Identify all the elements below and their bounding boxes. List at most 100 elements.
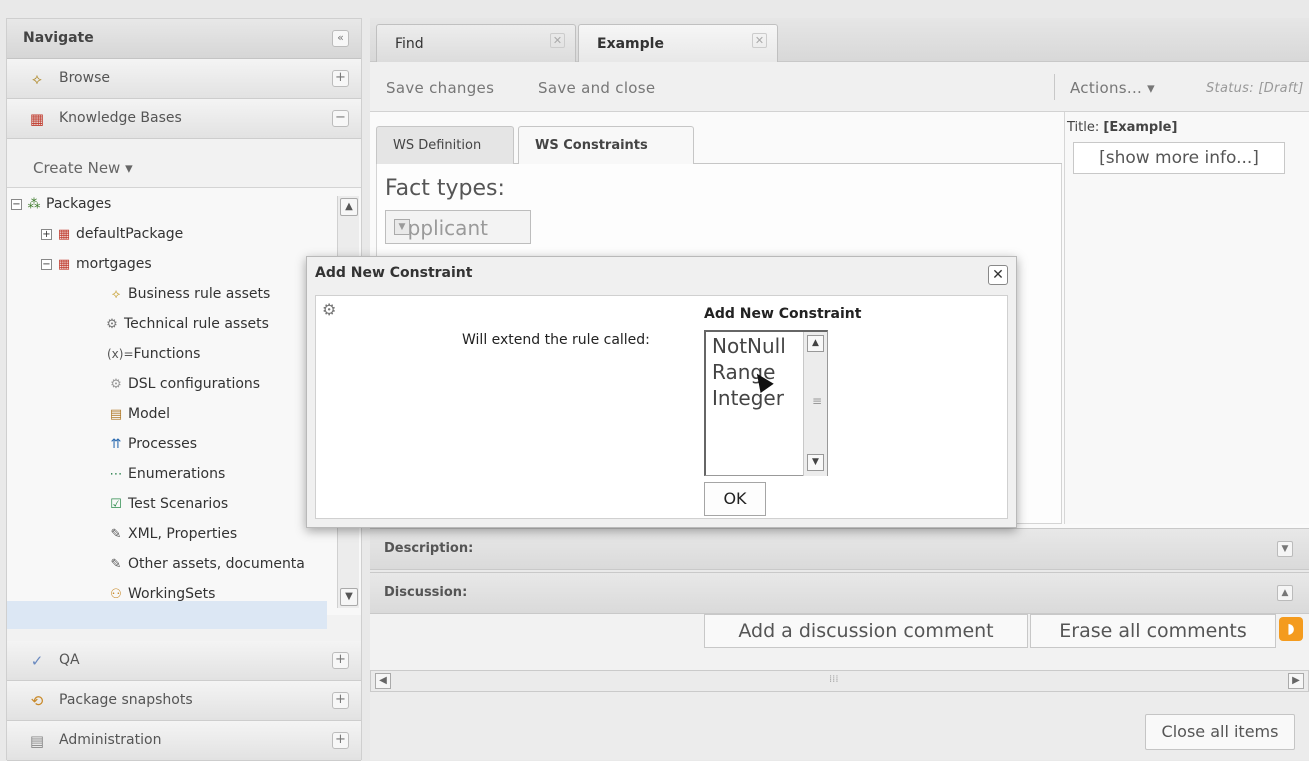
tree-item-working-sets[interactable]: ⚇ WorkingSets xyxy=(107,586,215,602)
scroll-up-icon[interactable]: ▲ xyxy=(807,335,824,352)
close-tab-icon[interactable]: ✕ xyxy=(550,33,565,48)
asset-info-panel: Title: [Example] [show more info...] xyxy=(1064,112,1309,524)
expand-browse-button[interactable]: + xyxy=(332,70,349,87)
tree-item-xml-properties[interactable]: ✎ XML, Properties xyxy=(107,526,238,542)
package-snapshots-section[interactable]: ⟲ Package snapshots + xyxy=(7,681,361,721)
enumerations-icon: ⋯ xyxy=(109,467,123,482)
dialog-title: Add New Constraint xyxy=(315,265,473,281)
chevron-down-icon[interactable]: ▼ xyxy=(1277,541,1293,557)
add-new-constraint-dialog: Add New Constraint ✕ ⚙ Add New Constrain… xyxy=(306,256,1017,528)
snapshot-icon: ⟲ xyxy=(30,692,44,710)
tree-node-default-package[interactable]: + ▦ defaultPackage xyxy=(41,226,183,242)
expand-qa-button[interactable]: + xyxy=(332,652,349,669)
list-scrollbar[interactable]: ▲ ≡ ▼ xyxy=(803,332,827,476)
discussion-area: Add a discussion comment Erase all comme… xyxy=(370,614,1309,670)
navigator-header: Navigate « xyxy=(7,19,361,59)
expand-administration-button[interactable]: + xyxy=(332,732,349,749)
collapse-knowledge-bases-button[interactable]: − xyxy=(332,110,349,127)
tree-item-functions[interactable]: (x)=Functions xyxy=(107,346,200,362)
show-more-info-button[interactable]: [show more info...] xyxy=(1073,142,1285,174)
save-and-close-button[interactable]: Save and close xyxy=(538,79,655,97)
horizontal-scrollbar[interactable]: ◀ ⁞⁞⁞ ▶ xyxy=(370,670,1309,692)
qa-label: QA xyxy=(59,652,80,668)
tab-ws-definition[interactable]: WS Definition xyxy=(376,126,514,164)
rss-feed-icon[interactable]: ◗ xyxy=(1279,617,1303,641)
tree-item-test-scenarios[interactable]: ☑ Test Scenarios xyxy=(107,496,228,512)
dialog-heading: Add New Constraint xyxy=(704,306,862,322)
gear-icon: ⚙ xyxy=(322,300,337,319)
expand-icon[interactable]: + xyxy=(41,229,52,240)
tree-selection-highlight xyxy=(7,601,327,629)
scroll-right-icon[interactable]: ▶ xyxy=(1288,673,1304,689)
package-tree-icon: ⁂ xyxy=(27,197,41,212)
administration-icon: ▤ xyxy=(29,732,45,750)
package-snapshots-label: Package snapshots xyxy=(59,692,193,708)
functions-icon: (x)= xyxy=(107,347,134,361)
scroll-left-icon[interactable]: ◀ xyxy=(375,673,391,689)
description-section[interactable]: Description: ▼ xyxy=(370,528,1309,570)
working-set-tabs: WS Definition WS Constraints xyxy=(376,122,1062,164)
chevron-up-icon[interactable]: ▲ xyxy=(1277,585,1293,601)
discussion-label: Discussion: xyxy=(384,585,468,600)
browse-section[interactable]: ⟡ Browse + xyxy=(7,59,361,99)
discussion-section[interactable]: Discussion: ▲ xyxy=(370,572,1309,614)
qa-section[interactable]: ✓ QA + xyxy=(7,641,361,681)
scroll-down-icon[interactable]: ▼ xyxy=(340,588,358,606)
tree-node-packages[interactable]: − ⁂ Packages xyxy=(11,196,111,212)
working-sets-icon: ⚇ xyxy=(110,587,122,602)
knowledge-bases-section[interactable]: ▦ Knowledge Bases − xyxy=(7,99,361,139)
knowledge-bases-label: Knowledge Bases xyxy=(59,110,182,126)
expand-package-snapshots-button[interactable]: + xyxy=(332,692,349,709)
collapse-icon[interactable]: − xyxy=(11,199,22,210)
browse-label: Browse xyxy=(59,70,110,86)
fact-type-select[interactable]: Applicant ▼ xyxy=(385,210,531,244)
close-icon[interactable]: ✕ xyxy=(988,265,1008,285)
asset-title: Title: [Example] xyxy=(1067,120,1178,135)
tree-item-processes[interactable]: ⇈ Processes xyxy=(107,436,197,452)
ok-button[interactable]: OK xyxy=(704,482,766,516)
tab-find[interactable]: Find ✕ xyxy=(376,24,576,62)
tree-item-other-assets[interactable]: ✎ Other assets, documenta xyxy=(107,556,305,572)
technical-rule-icon: ⚙ xyxy=(106,317,118,332)
chevron-down-icon: ▼ xyxy=(394,219,410,235)
knowledge-base-icon: ▦ xyxy=(29,110,45,128)
administration-label: Administration xyxy=(59,732,162,748)
package-icon: ▦ xyxy=(57,257,71,272)
erase-all-comments-button[interactable]: Erase all comments xyxy=(1030,614,1276,648)
description-label: Description: xyxy=(384,541,474,556)
tree-node-mortgages[interactable]: − ▦ mortgages xyxy=(41,256,152,272)
scroll-grip-icon: ≡ xyxy=(812,394,823,408)
scroll-up-icon[interactable]: ▲ xyxy=(340,198,358,216)
collapse-navigator-button[interactable]: « xyxy=(332,30,349,47)
constraint-list[interactable]: NotNull Range Integer ▲ ≡ ▼ xyxy=(704,330,828,476)
actions-menu[interactable]: Actions... ▾ xyxy=(1070,79,1155,97)
administration-section[interactable]: ▤ Administration + xyxy=(7,721,361,761)
editor-tab-bar: Find ✕ Example ✕ xyxy=(370,18,1309,62)
list-item-notnull[interactable]: NotNull xyxy=(712,334,786,358)
model-icon: ▤ xyxy=(109,407,123,422)
save-changes-button[interactable]: Save changes xyxy=(386,79,494,97)
create-new-menu[interactable]: Create New ▾ xyxy=(33,159,133,177)
fact-types-label: Fact types: xyxy=(385,176,505,201)
business-rule-icon: ⟡ xyxy=(111,287,121,302)
browse-icon: ⟡ xyxy=(32,70,42,88)
dsl-gear-icon: ⚙ xyxy=(110,377,122,392)
tab-ws-constraints[interactable]: WS Constraints xyxy=(518,126,694,164)
tab-example[interactable]: Example ✕ xyxy=(578,24,778,62)
list-item-integer[interactable]: Integer xyxy=(712,386,784,410)
tree-item-technical-rule-assets[interactable]: ⚙ Technical rule assets xyxy=(103,316,269,332)
collapse-icon[interactable]: − xyxy=(41,259,52,270)
close-tab-icon[interactable]: ✕ xyxy=(752,33,767,48)
tree-item-dsl-configurations[interactable]: ⚙ DSL configurations xyxy=(107,376,260,392)
qa-icon: ✓ xyxy=(30,652,44,670)
add-discussion-comment-button[interactable]: Add a discussion comment xyxy=(704,614,1028,648)
tree-item-model[interactable]: ▤ Model xyxy=(107,406,170,422)
toolbar-divider xyxy=(1054,74,1055,100)
scroll-grip-icon: ⁞⁞⁞ xyxy=(829,674,839,685)
tree-item-business-rule-assets[interactable]: ⟡ Business rule assets xyxy=(107,286,271,302)
package-icon: ▦ xyxy=(57,227,71,242)
scroll-down-icon[interactable]: ▼ xyxy=(807,454,824,471)
tree-item-enumerations[interactable]: ⋯ Enumerations xyxy=(107,466,226,482)
close-all-items-button[interactable]: Close all items xyxy=(1145,714,1295,750)
dialog-body: ⚙ Add New Constraint Will extend the rul… xyxy=(315,295,1008,519)
